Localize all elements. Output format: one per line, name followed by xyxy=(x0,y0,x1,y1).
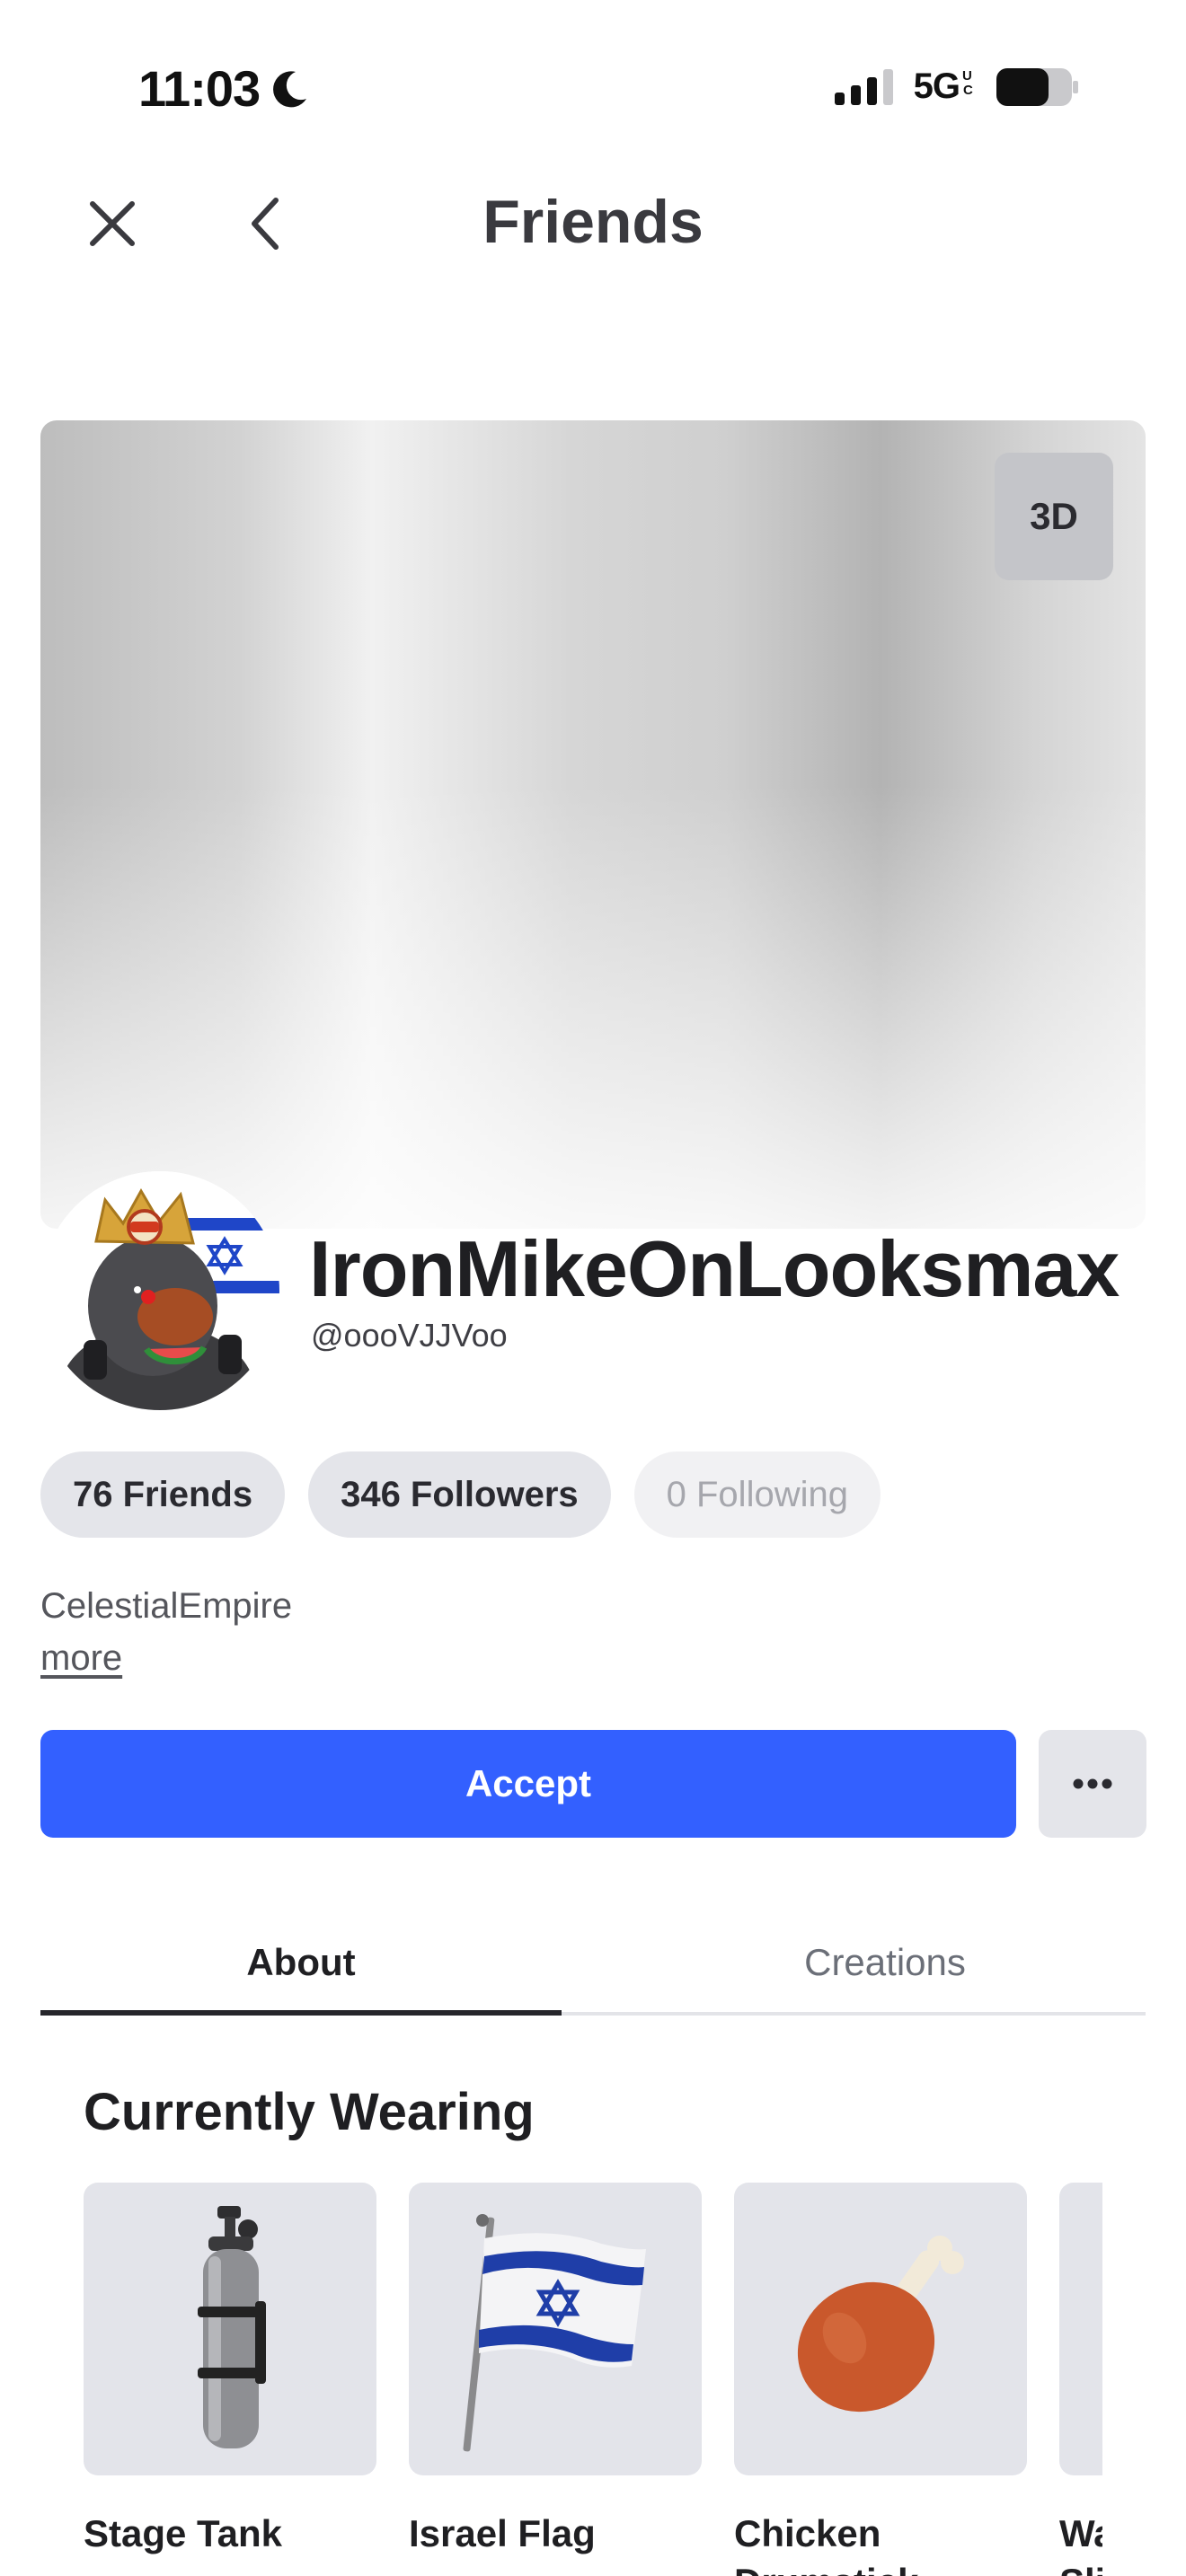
avatar-headshot-image xyxy=(40,1171,279,1410)
network-text: 5G xyxy=(913,66,960,106)
battery-icon xyxy=(996,67,1078,106)
wearing-item[interactable]: Stage Tank xyxy=(84,2183,376,2558)
bio-text: CelestialEmpire xyxy=(40,1586,293,1626)
wearing-item[interactable]: Watermelon Slice xyxy=(1059,2183,1102,2576)
page-title: Friends xyxy=(482,188,704,256)
avatar[interactable] xyxy=(40,1171,279,1410)
followers-count-button[interactable]: 346 Followers xyxy=(308,1451,611,1538)
item-thumbnail[interactable] xyxy=(1059,2183,1102,2475)
profile-tabs: About Creations xyxy=(40,1913,1146,2017)
currently-wearing-title: Currently Wearing xyxy=(84,2083,535,2141)
network-label: 5G U C xyxy=(914,66,976,107)
item-thumbnail[interactable] xyxy=(734,2183,1027,2475)
chicken-drumstick-image xyxy=(797,2236,964,2413)
view-3d-button[interactable]: 3D xyxy=(995,453,1113,580)
item-thumbnail[interactable] xyxy=(84,2183,376,2475)
item-thumbnail[interactable] xyxy=(409,2183,702,2475)
stats-row: 76 Friends 346 Followers 0 Following xyxy=(40,1451,881,1538)
display-name: IronMikeOnLooksmax xyxy=(309,1224,1120,1313)
status-time-text: 11:03 xyxy=(138,60,261,117)
status-time: 11:03 xyxy=(138,59,310,118)
avatar-viewport[interactable]: 3D xyxy=(40,420,1146,1229)
stage-tank-image xyxy=(198,2206,266,2448)
friends-count-button[interactable]: 76 Friends xyxy=(40,1451,286,1538)
item-name: Stage Tank xyxy=(84,2512,282,2554)
wearing-item[interactable]: Chicken Drumstick xyxy=(734,2183,1027,2576)
item-name: Chicken Drumstick xyxy=(734,2512,918,2576)
moon-icon xyxy=(273,70,307,107)
bio-more-link[interactable]: more xyxy=(40,1638,122,1679)
item-name: Israel Flag xyxy=(409,2512,596,2554)
item-name: Watermelon Slice xyxy=(1059,2512,1102,2576)
svg-text:C: C xyxy=(963,83,973,98)
active-tab-indicator xyxy=(40,2010,562,2016)
status-indicators: 5G U C xyxy=(834,66,1080,107)
signal-icon xyxy=(834,68,893,105)
profile-screen: 11:03 5G U C Friends 3D IronMikeOnLooksm… xyxy=(0,0,1186,2576)
israel-flag-image xyxy=(463,2214,646,2452)
tab-creations[interactable]: Creations xyxy=(624,1913,1146,2012)
more-options-button[interactable] xyxy=(1039,1730,1146,1838)
wearing-carousel[interactable]: Stage Tank Israel Flag Chicken W xyxy=(84,2183,1102,2576)
tab-about[interactable]: About xyxy=(40,1913,562,2012)
wearing-item[interactable]: Israel Flag xyxy=(409,2183,702,2558)
accept-friend-button[interactable]: Accept xyxy=(40,1730,1016,1838)
ellipsis-icon xyxy=(1073,1778,1112,1789)
uc-glyph-icon: UC xyxy=(962,68,974,98)
svg-text:U: U xyxy=(962,68,971,84)
username: @oooVJJVoo xyxy=(311,1317,508,1354)
following-count-button[interactable]: 0 Following xyxy=(633,1451,881,1538)
